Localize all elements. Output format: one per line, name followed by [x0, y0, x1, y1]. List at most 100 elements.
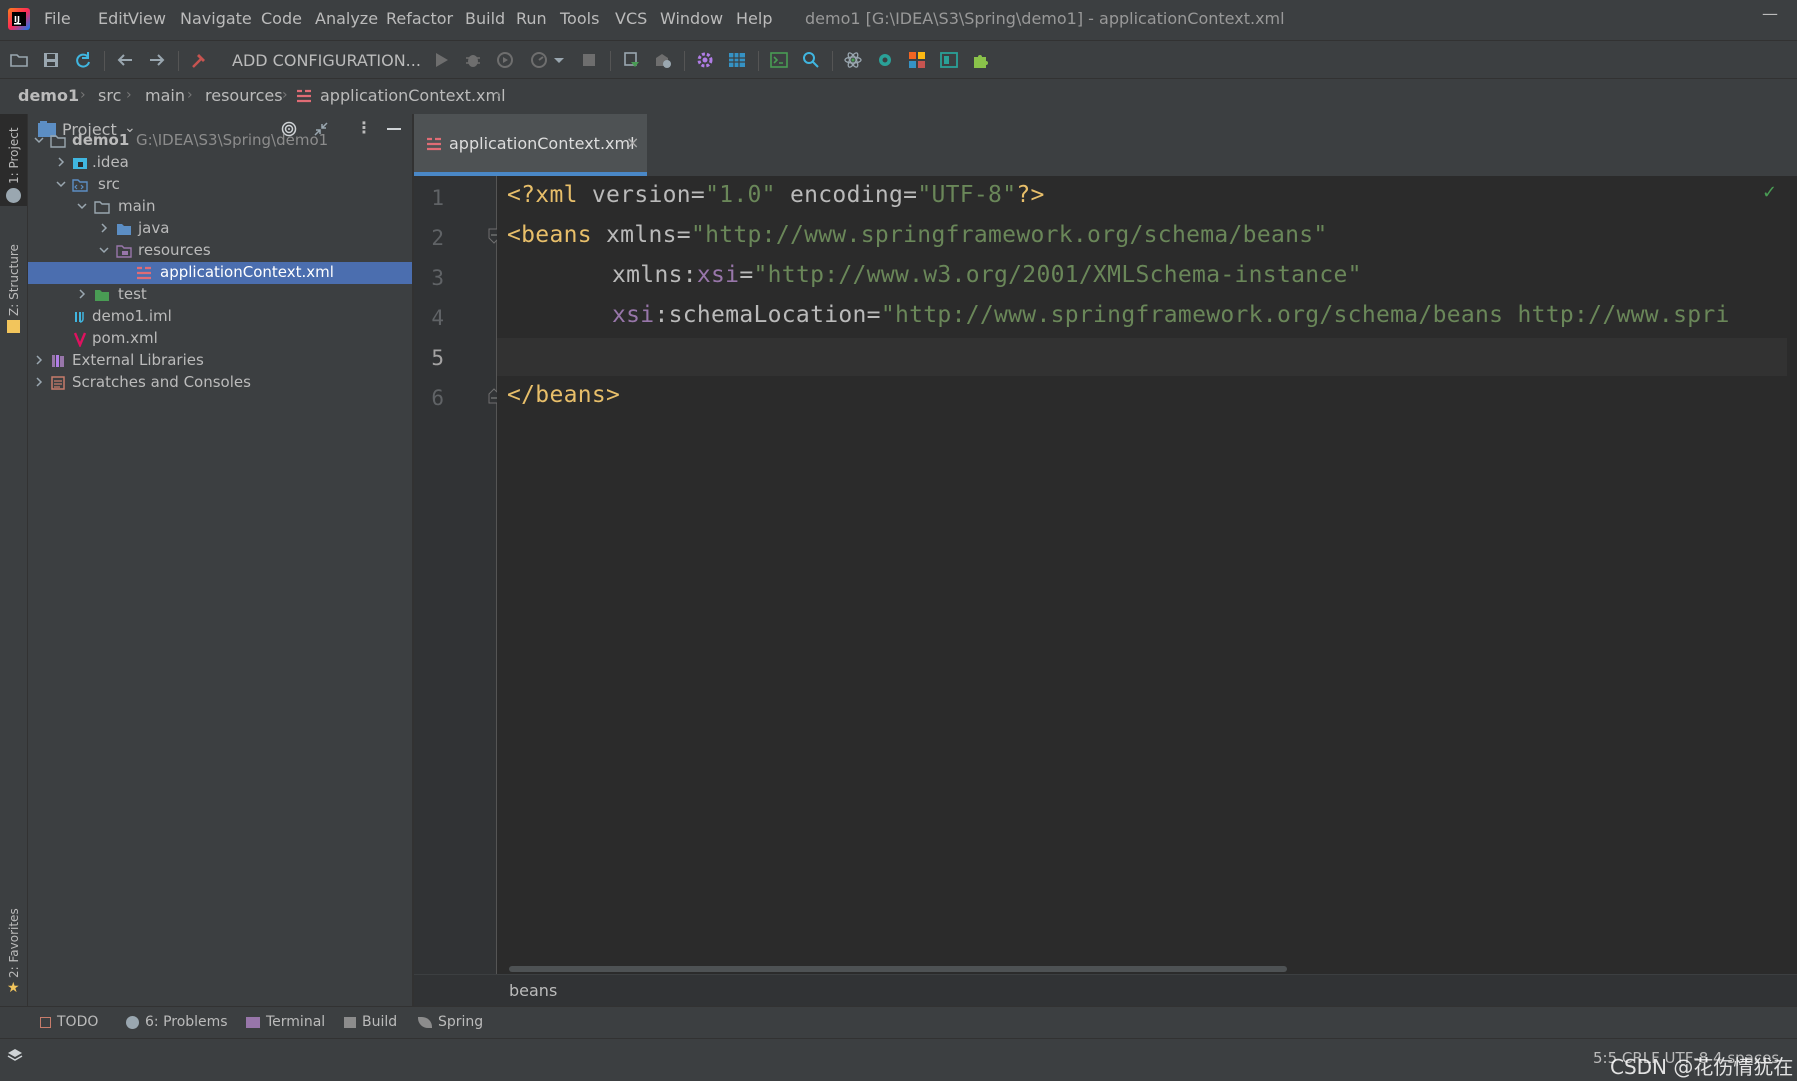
equals: =	[676, 222, 691, 248]
attr-name: version	[591, 182, 691, 208]
menu-view[interactable]: View	[128, 9, 166, 28]
project-tool-tab[interactable]: 1: Project	[0, 114, 27, 206]
chevron-down-icon[interactable]	[552, 49, 566, 71]
run-icon[interactable]	[430, 49, 452, 71]
menu-build[interactable]: Build	[465, 9, 505, 28]
menu-window[interactable]: Window	[660, 9, 723, 28]
maven-file-icon	[73, 332, 87, 347]
tree-item-main[interactable]: main	[28, 196, 412, 218]
close-icon[interactable]: ×	[626, 133, 639, 152]
menu-vcs[interactable]: VCS	[615, 9, 647, 28]
breadcrumb-separator: ›	[126, 87, 132, 103]
debug-icon[interactable]	[462, 49, 484, 71]
problems-tool-button[interactable]: 6: Problems	[126, 1014, 228, 1030]
todo-tool-button[interactable]: TODO	[40, 1014, 98, 1030]
tree-item-pom[interactable]: pom.xml	[28, 328, 412, 350]
menu-bar: IJ File Edit View Navigate Code Analyze …	[0, 0, 1797, 40]
xml-file-icon	[137, 266, 151, 280]
tree-path: G:\IDEA\S3\Spring\demo1	[136, 131, 329, 149]
breadcrumb-resources[interactable]: resources	[205, 86, 283, 105]
menu-file[interactable]: File	[44, 9, 71, 28]
breadcrumb-file[interactable]: applicationContext.xml	[320, 86, 506, 105]
current-line-highlight	[497, 338, 1787, 376]
breadcrumb-demo1[interactable]: demo1	[18, 86, 79, 105]
search-icon[interactable]	[800, 49, 822, 71]
diagram-icon[interactable]	[938, 49, 960, 71]
add-configuration-button[interactable]: ADD CONFIGURATION...	[232, 51, 421, 70]
tree-item-scratches[interactable]: Scratches and Consoles	[28, 372, 412, 394]
svg-text:IJ: IJ	[14, 15, 20, 24]
menu-help[interactable]: Help	[736, 9, 772, 28]
tree-item-demo1-iml[interactable]: demo1.iml	[28, 306, 412, 328]
forward-icon[interactable]	[146, 49, 168, 71]
tree-item-idea[interactable]: .idea	[28, 152, 412, 174]
profile-icon[interactable]	[528, 49, 550, 71]
tree-item-demo1[interactable]: demo1 G:\IDEA\S3\Spring\demo1	[28, 130, 412, 152]
spring-tool-button[interactable]: Spring	[418, 1014, 483, 1030]
problems-label: 6: Problems	[145, 1014, 228, 1030]
editor-breadcrumb: beans	[414, 974, 1797, 1007]
namespace-prefix: xsi	[612, 302, 655, 328]
editor-tab-bar: applicationContext.xml ×	[414, 114, 1797, 176]
breadcrumb-main[interactable]: main	[145, 86, 185, 105]
xml-file-icon	[426, 136, 442, 152]
sync-icon[interactable]	[72, 49, 94, 71]
source-folder-icon	[72, 179, 88, 192]
project-tool-label: 1: Project	[7, 127, 21, 184]
tree-item-test[interactable]: test	[28, 284, 412, 306]
attr-value: "http://www.springframework.org/schema/b…	[690, 222, 1328, 248]
menu-edit[interactable]: Edit	[98, 9, 129, 28]
open-folder-icon[interactable]	[8, 49, 30, 71]
layout-icon[interactable]	[906, 49, 928, 71]
terminal-tool-button[interactable]: Terminal	[246, 1014, 325, 1030]
structure-tool-tab[interactable]: Z: Structure	[0, 224, 27, 333]
terminal-icon[interactable]	[768, 49, 790, 71]
tree-label: resources	[138, 241, 211, 259]
code-line-3: xmlns:xsi="http://www.w3.org/2001/XMLSch…	[612, 262, 1362, 288]
tab-applicationcontext[interactable]: applicationContext.xml ×	[414, 114, 647, 176]
equals: =	[903, 182, 918, 208]
breadcrumb-src[interactable]: src	[98, 86, 121, 105]
minimize-button[interactable]: —	[1762, 4, 1778, 23]
line-number: 2	[431, 226, 444, 250]
menu-analyze[interactable]: Analyze	[315, 9, 378, 28]
tree-item-applicationcontext[interactable]: applicationContext.xml	[28, 262, 412, 284]
menu-run[interactable]: Run	[516, 9, 547, 28]
window-title: demo1 [G:\IDEA\S3\Spring\demo1] - applic…	[805, 9, 1285, 28]
menu-tools[interactable]: Tools	[560, 9, 599, 28]
tree-item-resources[interactable]: resources	[28, 240, 412, 262]
watermark: CSDN @花伤情犹在	[1610, 1055, 1794, 1079]
save-icon[interactable]	[40, 49, 62, 71]
no-problems-check-icon[interactable]: ✓	[1762, 182, 1777, 203]
structure-tool-label: Z: Structure	[7, 244, 21, 316]
back-icon[interactable]	[114, 49, 136, 71]
coverage-icon[interactable]	[494, 49, 516, 71]
settings-gear-icon[interactable]	[694, 49, 716, 71]
build-tool-button[interactable]: Build	[344, 1014, 397, 1030]
library-icon	[52, 355, 64, 367]
favorites-tool-tab[interactable]: 2: Favorites ★	[0, 894, 27, 996]
database-icon[interactable]	[874, 49, 896, 71]
react-atom-icon[interactable]	[842, 49, 864, 71]
update-running-icon[interactable]	[652, 49, 674, 71]
tree-label: External Libraries	[72, 351, 204, 369]
tree-label: main	[118, 197, 156, 215]
menu-navigate[interactable]: Navigate	[180, 9, 252, 28]
tree-item-src[interactable]: src	[28, 174, 412, 196]
layers-icon[interactable]	[7, 1048, 23, 1064]
menu-code[interactable]: Code	[261, 9, 302, 28]
editor-breadcrumb-beans[interactable]: beans	[509, 981, 557, 1000]
line-number: 3	[431, 266, 444, 290]
project-structure-icon[interactable]	[726, 49, 748, 71]
tree-item-external-libraries[interactable]: External Libraries	[28, 350, 412, 372]
plugin-puzzle-icon[interactable]	[970, 49, 992, 71]
attach-debugger-icon[interactable]	[620, 49, 642, 71]
stop-icon[interactable]	[578, 49, 600, 71]
tree-item-java[interactable]: java	[28, 218, 412, 240]
horizontal-scrollbar[interactable]	[509, 966, 1287, 972]
build-hammer-icon[interactable]	[188, 49, 210, 71]
code-editor[interactable]: <?xml version="1.0" encoding="UTF-8"?> <…	[497, 176, 1797, 974]
menu-refactor[interactable]: Refactor	[386, 9, 453, 28]
project-tool-icon	[6, 188, 21, 203]
main-toolbar: ADD CONFIGURATION...	[0, 40, 1797, 79]
